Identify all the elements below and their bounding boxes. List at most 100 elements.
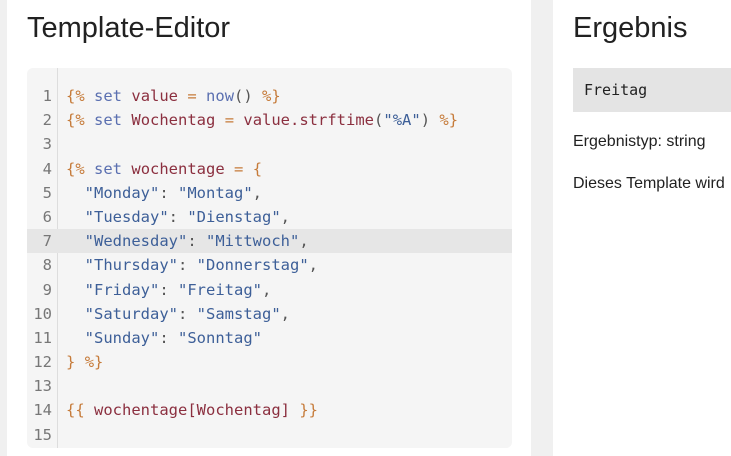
code-token: :: [178, 256, 197, 275]
line-number: 1: [42, 87, 52, 105]
result-note-text: Dieses Template wird: [573, 175, 725, 192]
template-editor-card: Template-Editor 1 {% set value = now() %}…: [7, 0, 531, 456]
code-token: "%A": [383, 111, 421, 130]
code-token: value: [131, 87, 179, 105]
line-number: 15: [33, 425, 52, 444]
code-text: "Friday": "Freitag",: [66, 278, 272, 302]
code-token: %}: [84, 353, 104, 372]
result-type-text: Ergebnistyp: string: [573, 133, 706, 150]
code-token: "Mittwoch": [206, 232, 300, 251]
code-text: {% set wochentage = {: [66, 157, 262, 181]
code-token: set: [94, 111, 123, 130]
line-number: 10: [33, 304, 52, 323]
code-token: ,: [308, 256, 318, 275]
code-line[interactable]: 13: [27, 374, 512, 398]
code-token: "Monday": [84, 183, 160, 202]
code-token: ): [420, 111, 431, 130]
code-text: "Monday": "Montag",: [66, 181, 262, 205]
code-token: set: [94, 87, 123, 105]
code-token: wochentage: [131, 159, 225, 178]
code-line[interactable]: 5 "Monday": "Montag",: [27, 181, 512, 205]
code-line[interactable]: 9 "Friday": "Freitag",: [27, 278, 512, 302]
code-token: {%: [66, 159, 85, 178]
code-token: %}: [262, 87, 281, 105]
code-line[interactable]: 15: [27, 423, 512, 447]
code-lines: 1 {% set value = now() %} 2 {% set Wochenta…: [27, 84, 512, 447]
line-number: 14: [33, 401, 52, 420]
result-title: Ergebnis: [573, 12, 688, 44]
code-line[interactable]: 14 {{ wochentage[Wochentag] }}: [27, 398, 512, 422]
code-token: (: [374, 111, 384, 130]
code-token: "Donnerstag": [196, 256, 309, 275]
code-token: :: [178, 304, 197, 323]
code-token: {{: [66, 401, 85, 420]
code-token: :: [159, 183, 178, 202]
code-token: {%: [66, 111, 85, 130]
code-token: set: [94, 159, 123, 178]
line-number: 5: [42, 183, 52, 202]
code-token: "Wednesday": [84, 232, 188, 251]
code-line[interactable]: 6 "Tuesday": "Dienstag",: [27, 205, 512, 229]
code-token: "Montag": [178, 183, 253, 202]
code-line[interactable]: 10 "Saturday": "Samstag",: [27, 302, 512, 326]
code-text: "Saturday": "Samstag",: [66, 302, 290, 326]
code-token: "Friday": [84, 280, 160, 299]
code-line[interactable]: 8 "Thursday": "Donnerstag",: [27, 253, 512, 277]
code-token: %}: [439, 111, 459, 130]
code-token: "Freitag": [178, 280, 262, 299]
code-token: value.strftime: [243, 111, 375, 130]
code-token: }}: [299, 401, 318, 420]
code-token: :: [159, 280, 178, 299]
line-number: 2: [42, 111, 52, 130]
line-number: 8: [42, 256, 52, 275]
line-number: 6: [42, 207, 52, 226]
code-token: :: [187, 232, 206, 251]
code-token: Wochentag: [131, 111, 216, 130]
code-text: "Wednesday": "Mittwoch",: [66, 229, 309, 253]
line-number: 12: [33, 353, 52, 372]
code-line[interactable]: 4 {% set wochentage = {: [27, 157, 512, 181]
code-token: :: [168, 207, 188, 226]
code-token: ,: [252, 183, 262, 202]
code-token: =: [178, 87, 207, 105]
code-token: (): [234, 87, 253, 105]
editor-title: Template-Editor: [27, 12, 231, 44]
code-line[interactable]: 12} %}: [27, 350, 512, 374]
code-line[interactable]: 11 "Sunday": "Sonntag": [27, 326, 512, 350]
code-token: "Sonntag": [178, 328, 262, 347]
code-token: "Tuesday": [84, 207, 169, 226]
code-token: :: [159, 328, 178, 347]
line-number: 3: [42, 135, 52, 154]
code-editor[interactable]: 1 {% set value = now() %} 2 {% set Wochenta…: [27, 68, 512, 448]
code-line[interactable]: 7 "Wednesday": "Mittwoch",: [27, 229, 512, 254]
line-number: 13: [33, 377, 52, 396]
result-card: Ergebnis Freitag Ergebnistyp: string Die…: [553, 0, 731, 456]
code-text: "Sunday": "Sonntag": [66, 326, 262, 350]
code-token: "Thursday": [84, 256, 178, 275]
code-token: now: [206, 87, 235, 105]
code-text: {{ wochentage[Wochentag] }}: [66, 398, 318, 422]
code-token: ,: [280, 207, 291, 226]
code-line[interactable]: 3: [27, 132, 512, 156]
code-token: "Sunday": [84, 328, 160, 347]
code-text: "Thursday": "Donnerstag",: [66, 253, 318, 277]
code-text: {% set value = now() %}: [66, 84, 281, 108]
code-token: {%: [66, 87, 85, 105]
code-line[interactable]: 2 {% set Wochentag = value.strftime("%A")…: [27, 108, 512, 132]
code-token: ,: [280, 304, 291, 323]
code-line[interactable]: 1 {% set value = now() %}: [27, 84, 512, 108]
code-token: ,: [262, 280, 272, 299]
